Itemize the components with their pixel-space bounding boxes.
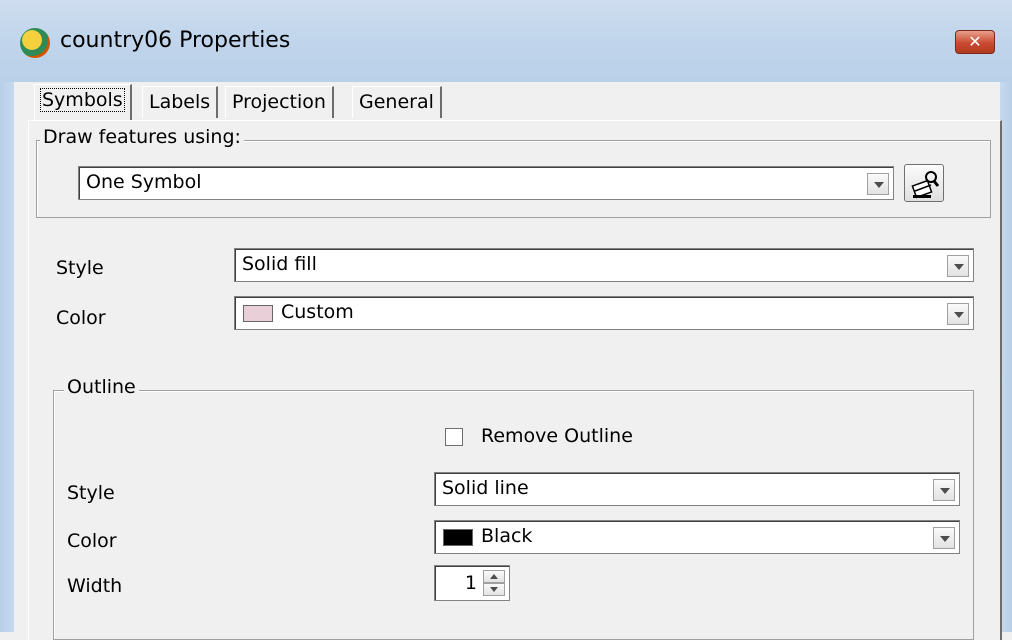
spin-down-icon[interactable] <box>483 583 505 596</box>
remove-outline-checkbox[interactable] <box>445 428 463 446</box>
fill-color-value: Custom <box>281 301 354 323</box>
fill-style-value: Solid fill <box>242 253 317 275</box>
window-title: country06 Properties <box>60 28 291 53</box>
tab-general[interactable]: General <box>352 86 442 118</box>
chevron-down-icon[interactable] <box>933 479 955 501</box>
tab-projection[interactable]: Projection <box>225 86 334 118</box>
style-label: Style <box>56 257 104 279</box>
outline-color-swatch <box>443 529 473 546</box>
remove-outline-label[interactable]: Remove Outline <box>481 425 633 447</box>
globe-icon <box>20 28 50 58</box>
outline-style-label: Style <box>67 482 115 504</box>
outline-style-value: Solid line <box>442 477 529 499</box>
chevron-down-icon[interactable] <box>933 527 955 549</box>
outline-group-label: Outline <box>64 376 139 398</box>
outline-color-dropdown[interactable]: Black <box>434 520 960 554</box>
draw-features-value: One Symbol <box>86 171 202 193</box>
outline-width-label: Width <box>67 575 123 597</box>
paint-bucket-icon <box>911 171 940 199</box>
window-frame-left <box>0 82 14 632</box>
outline-width-spinner[interactable]: 1 <box>434 565 510 601</box>
outline-color-value: Black <box>481 525 533 547</box>
draw-features-label: Draw features using: <box>40 126 244 148</box>
outline-width-value: 1 <box>464 572 477 594</box>
spin-up-icon[interactable] <box>483 570 505 583</box>
color-label: Color <box>56 307 106 329</box>
fill-color-dropdown[interactable]: Custom <box>234 296 974 330</box>
chevron-down-icon[interactable] <box>947 303 969 325</box>
tab-symbols[interactable]: Symbols <box>34 84 132 120</box>
tab-symbols-label: Symbols <box>40 88 125 112</box>
chevron-down-icon[interactable] <box>867 173 889 195</box>
close-button[interactable]: ✕ <box>955 30 995 54</box>
fill-color-swatch <box>243 305 273 322</box>
draw-features-dropdown[interactable]: One Symbol <box>78 166 894 200</box>
symbol-settings-button[interactable] <box>904 164 944 202</box>
outline-style-dropdown[interactable]: Solid line <box>434 472 960 506</box>
outline-color-label: Color <box>67 530 117 552</box>
chevron-down-icon[interactable] <box>947 255 969 277</box>
tab-labels[interactable]: Labels <box>142 86 219 118</box>
fill-style-dropdown[interactable]: Solid fill <box>234 248 974 282</box>
